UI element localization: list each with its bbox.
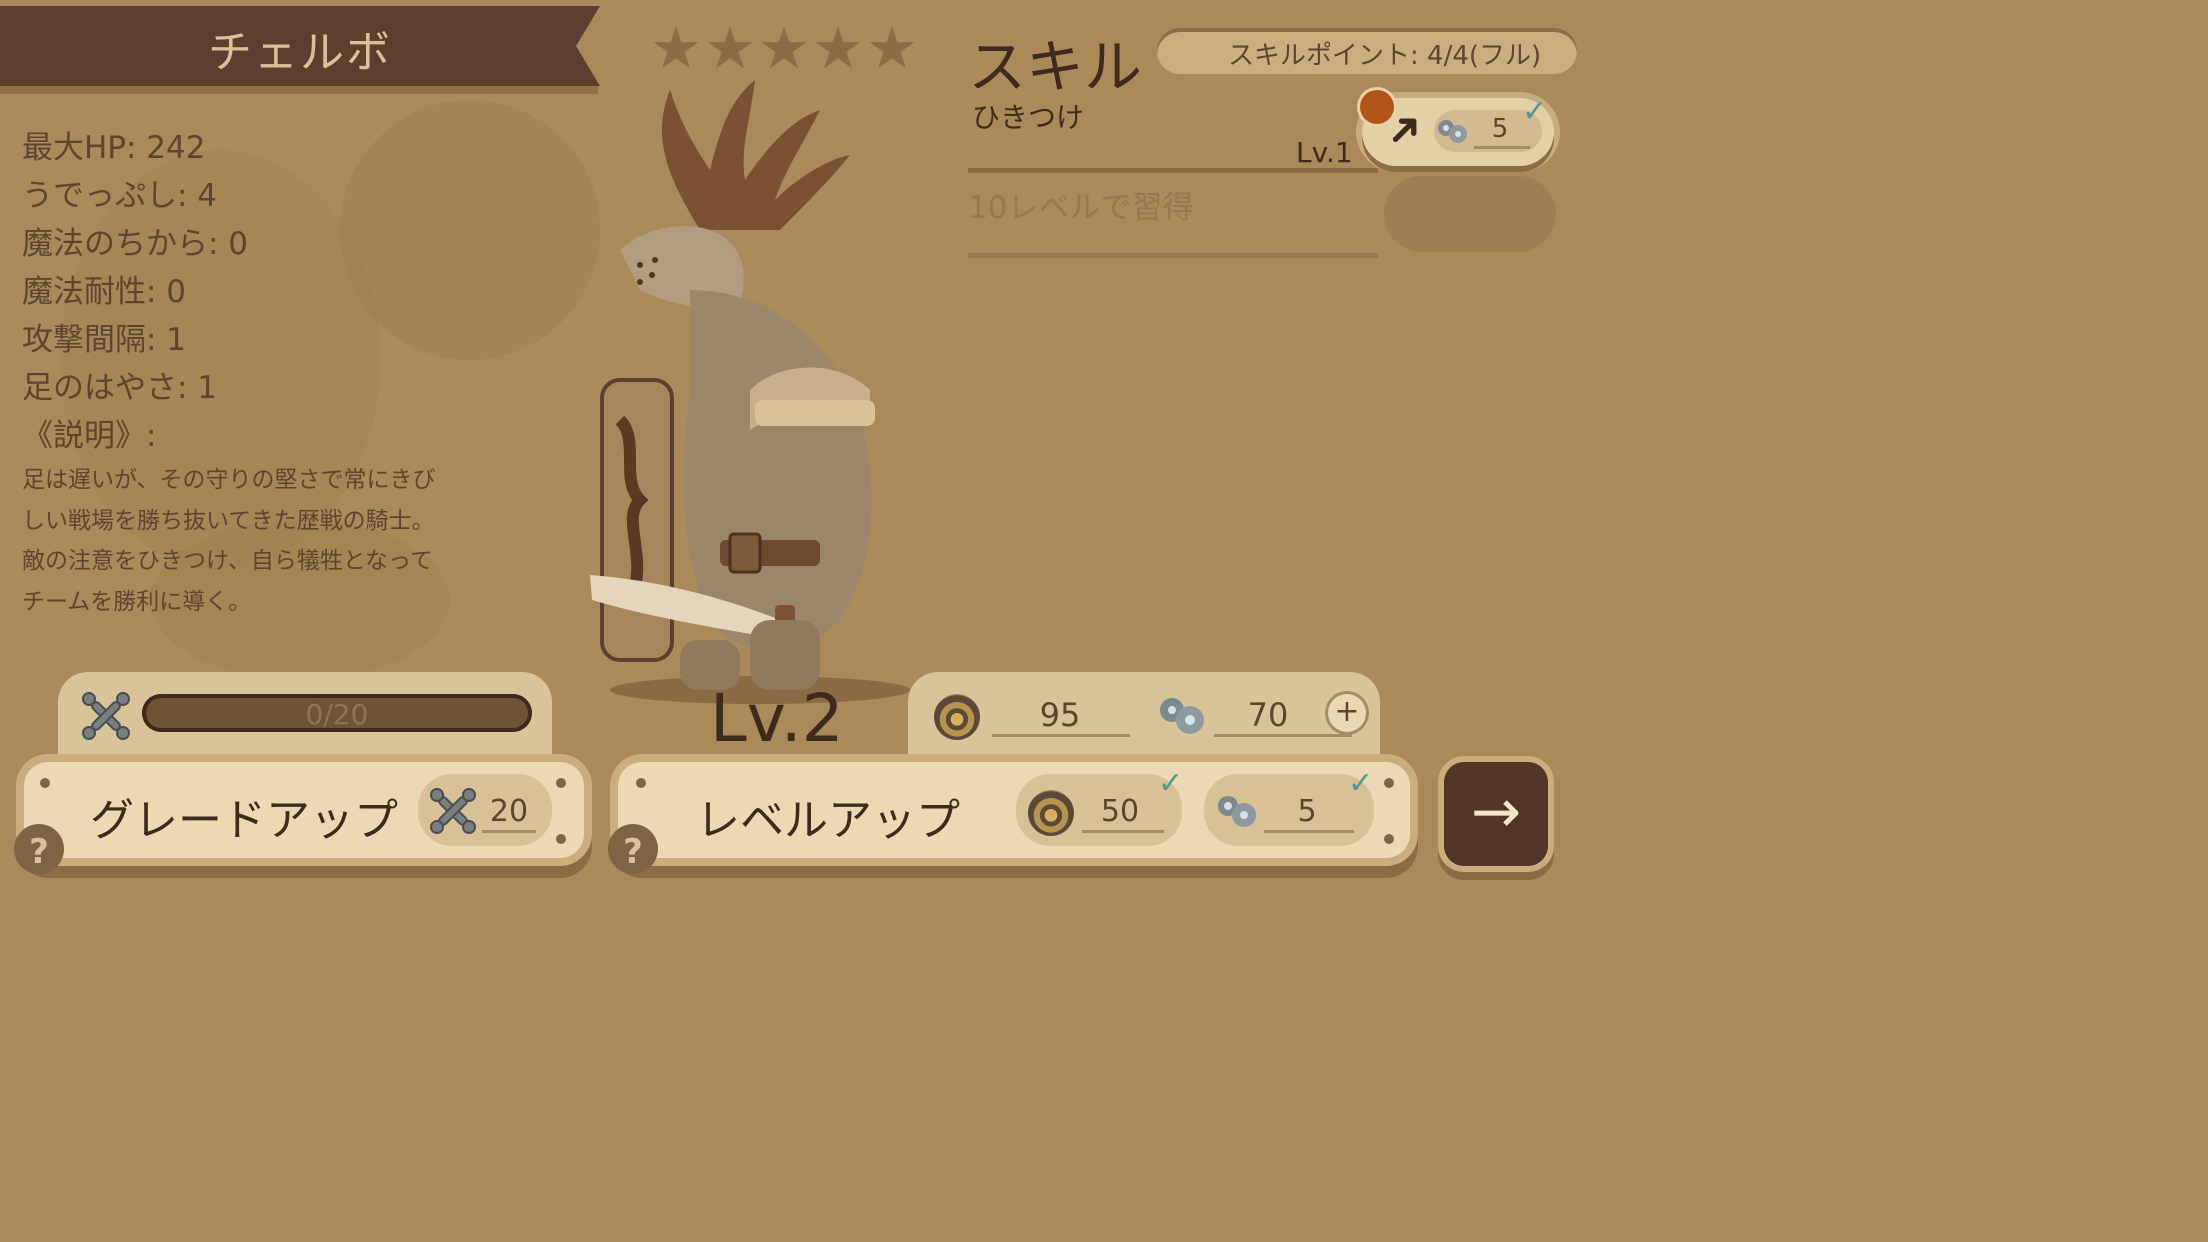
rivet [1384, 778, 1394, 788]
description-line: 足は遅いが、その守りの堅さで常にきび [22, 467, 436, 493]
locked-skill-slot [1384, 176, 1556, 252]
description-line: 敵の注意をひきつけ、自ら犠牲となって [22, 548, 434, 574]
skills-title: スキル [968, 33, 1143, 101]
rivet [556, 834, 566, 844]
unit-level: Lv.2 [710, 680, 844, 757]
check-icon: ✓ [1522, 94, 1548, 129]
underline [1474, 146, 1530, 149]
stat-attack-interval: 攻撃間隔: 1 [22, 322, 187, 358]
background-ornament [340, 100, 600, 360]
gem-amount: 70 [1247, 696, 1289, 734]
underline [482, 830, 536, 833]
description-heading: 《説明》: [22, 418, 157, 454]
unit-name: チェルボ [208, 27, 392, 78]
underline [992, 734, 1130, 737]
stat-magic-resist: 魔法耐性: 0 [22, 274, 187, 310]
plus-icon[interactable]: + [1328, 694, 1366, 732]
unit-description: 足は遅いが、その守りの堅さで常にきび しい戦場を勝ち抜いてきた歴戦の騎士。 敵の… [22, 460, 542, 622]
stat-strength: うでっぷし: 4 [22, 178, 218, 214]
skill-cost: 5 [1491, 114, 1509, 144]
gear-gem-icon [1218, 796, 1256, 827]
grade-up-label: グレードアップ [90, 795, 398, 846]
grade-progress-text: 0/20 [305, 698, 369, 731]
bones-icon [430, 788, 476, 834]
bones-icon [82, 692, 130, 740]
underline [1214, 734, 1352, 737]
skill-name: ひきつけ [972, 101, 1085, 134]
stat-move-speed: 足のはやさ: 1 [22, 370, 218, 406]
description-line: チームを勝利に導く。 [22, 588, 252, 615]
skill-points-text: スキルポイント: 4/4(フル) [1228, 41, 1542, 71]
skill-level: Lv.1 [1296, 136, 1353, 169]
rivet [1384, 834, 1394, 844]
divider [968, 253, 1378, 258]
help-icon[interactable]: ? [608, 824, 658, 874]
locked-skill-text: 10レベルで習得 [968, 190, 1194, 226]
swirl-coin-icon [934, 694, 980, 740]
gear-gem-icon [1160, 698, 1204, 734]
check-icon: ✓ [1348, 766, 1374, 801]
level-up-label: レベルアップ [696, 795, 960, 846]
gear-gem-icon [1438, 120, 1467, 143]
level-gold-cost: 50 [1100, 794, 1140, 829]
help-icon[interactable]: ? [14, 824, 64, 874]
next-arrow-icon[interactable]: → [1444, 762, 1548, 866]
underline [1264, 830, 1354, 833]
rivet [636, 778, 646, 788]
grade-cost: 20 [489, 794, 529, 829]
underline [1082, 830, 1164, 833]
level-gem-cost: 5 [1297, 794, 1317, 829]
divider [968, 168, 1378, 173]
check-icon: ✓ [1158, 766, 1184, 801]
gold-amount: 95 [1039, 696, 1081, 734]
stat-magic-power: 魔法のちから: 0 [22, 226, 249, 262]
description-line: しい戦場を勝ち抜いてきた歴戦の騎士。 [22, 507, 435, 534]
rivet [40, 778, 50, 788]
character-illustration [590, 80, 910, 704]
rivet [556, 778, 566, 788]
stat-max-hp: 最大HP: 242 [22, 130, 206, 166]
swirl-coin-icon [1028, 790, 1074, 836]
